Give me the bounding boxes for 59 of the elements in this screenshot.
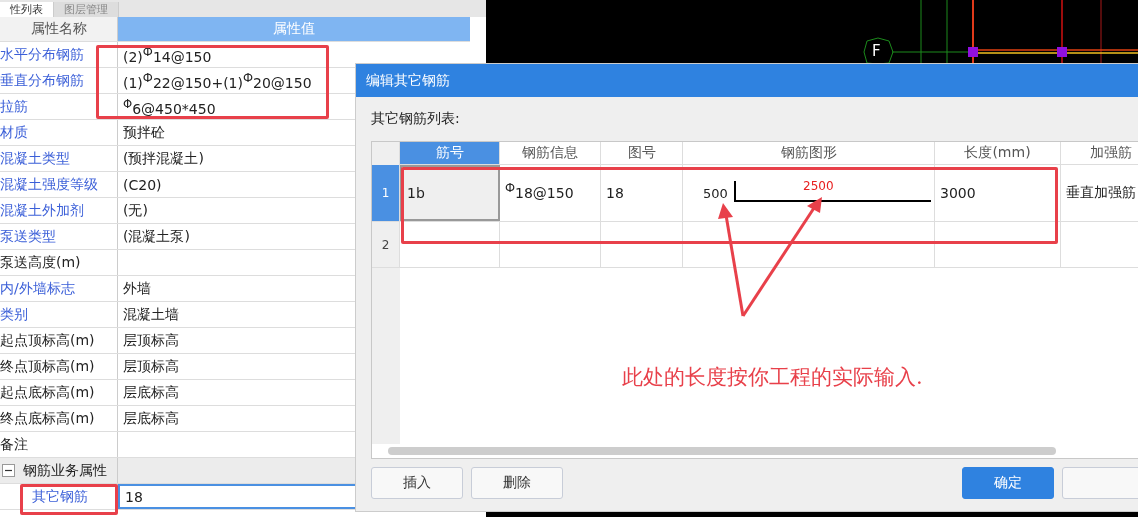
property-name: 混凝土外加剂 [0,198,118,223]
property-value: 预拌砼 [123,123,165,142]
property-value: (2)$^{Ф}$14@150 [123,44,212,65]
dialog-button[interactable]: 插入 [371,467,464,499]
property-value: (混凝土泵) [123,227,190,246]
property-name: 水平分布钢筋 [0,42,118,67]
property-value: $^{Φ}$6@450*450 [123,96,216,117]
property-value: (无) [123,201,148,220]
property-name: 其它钢筋 [32,487,88,506]
scrollbar-thumb[interactable] [388,447,1056,455]
table-cell: 18 [606,185,624,201]
property-name: 泵送类型 [0,224,118,249]
column-header[interactable]: 图号 [601,142,683,165]
property-value: 混凝土墙 [123,305,179,324]
property-value: 层底标高 [123,409,179,428]
property-value: 层顶标高 [123,331,179,350]
property-name: 终点顶标高(m) [0,354,118,379]
table-cell: 3000 [940,185,976,201]
column-header: 属性值 [118,17,470,41]
annotation-text: 此处的长度按你工程的实际输入. [622,364,923,391]
collapse-icon[interactable] [2,464,15,477]
property-name: 垂直分布钢筋 [0,68,118,93]
column-header[interactable]: 加强筋 [1061,142,1138,165]
list-label: 其它钢筋列表: [371,109,461,128]
property-name: 起点底标高(m) [0,380,118,405]
grid-corner [372,142,400,165]
dialog-button[interactable]: 删除 [471,467,564,499]
property-value: (C20) [123,176,162,193]
property-name: 混凝土强度等级 [0,172,118,197]
property-value: (预拌混凝土) [123,149,204,168]
property-value: 外墙 [123,279,151,298]
property-name: 材质 [0,120,118,145]
dialog-title: 编辑其它钢筋 [356,64,1138,97]
table-cell: 垂直加强筋 [1066,184,1136,202]
property-name: 泵送高度(m) [0,250,118,275]
property-name: 类别 [0,302,118,327]
property-name: 起点顶标高(m) [0,328,118,353]
property-name: 内/外墙标志 [0,276,118,301]
dimension-label: 2500 [803,179,834,193]
table-cell: 1b [407,185,425,201]
column-header[interactable]: 钢筋信息 [500,142,601,165]
dialog-button[interactable] [1061,467,1138,499]
property-name: 终点底标高(m) [0,406,118,431]
dimension-label: 500 [703,185,728,201]
property-value: (1)$^{Ф}$22@150+(1)$^{Ф}$20@150 [123,70,312,91]
property-name: 拉筋 [0,94,118,119]
property-name: 备注 [0,432,118,457]
table-cell: $^{Ф}$18@150 [505,181,574,201]
property-name: 混凝土类型 [0,146,118,171]
property-value: 层顶标高 [123,357,179,376]
column-header: 属性名称 [0,17,118,41]
column-header[interactable]: 钢筋图形 [683,142,935,165]
column-header[interactable]: 长度(mm) [935,142,1061,165]
group-label: 钢筋业务属性 [23,461,107,480]
axis-label: F [872,42,881,60]
confirm-button[interactable]: 确定 [961,467,1054,499]
row-number[interactable]: 2 [372,222,400,267]
property-value: 层底标高 [123,383,179,402]
panel-tab[interactable]: 性列表 [0,2,54,17]
